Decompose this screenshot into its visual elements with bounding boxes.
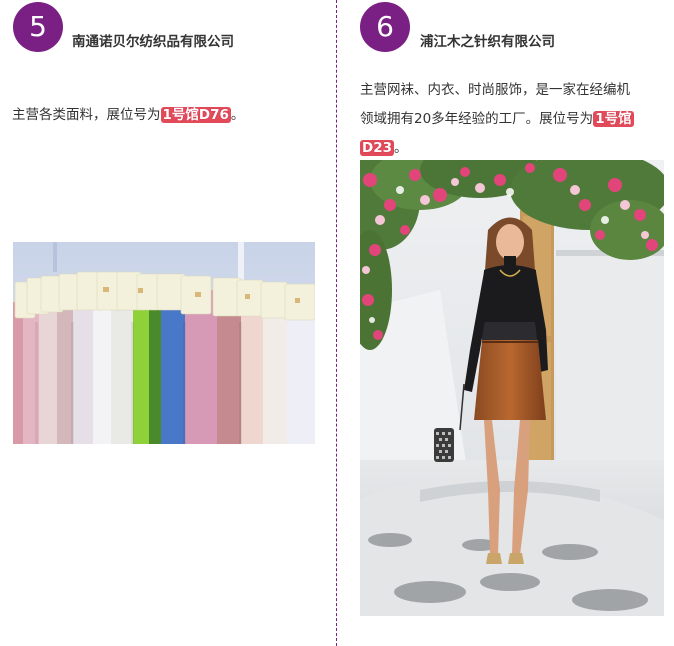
exhibitor-number: 5	[29, 10, 47, 43]
description-suffix: 。	[394, 140, 408, 156]
exhibitor-description: 主营网袜、内衣、时尚服饰，是一家在经编机 领域拥有20多年经验的工厂。展位号为 1…	[360, 76, 670, 163]
column-divider	[336, 0, 337, 646]
description-text: 领域拥有20多年经验的工厂。展位号为	[360, 111, 594, 127]
description-line: 主营网袜、内衣、时尚服饰，是一家在经编机	[360, 82, 630, 98]
booth-number: 1号馆D76	[160, 107, 231, 123]
fashion-model-photo	[360, 160, 664, 616]
exhibitor-description: 主营各类面料，展位号为 1号馆D76。	[12, 101, 322, 130]
description-line: 领域拥有20多年经验的工厂。展位号为 1号馆	[360, 105, 670, 134]
exhibitor-company-name: 南通诺贝尔纺织品有限公司	[72, 34, 234, 50]
exhibitor-company-name: 浦江木之针织有限公司	[420, 34, 555, 50]
booth-number-part: D23	[360, 140, 394, 156]
fabric-swatches-photo	[13, 242, 315, 444]
description-line: D23。	[360, 134, 670, 163]
exhibitor-number-badge-6: 6	[360, 2, 410, 52]
description-suffix: 。	[230, 107, 245, 123]
description-text: 主营各类面料，展位号为	[12, 107, 161, 123]
exhibitor-number: 6	[376, 10, 394, 43]
exhibitor-number-badge-5: 5	[13, 2, 63, 52]
booth-number-part: 1号馆	[593, 111, 634, 127]
